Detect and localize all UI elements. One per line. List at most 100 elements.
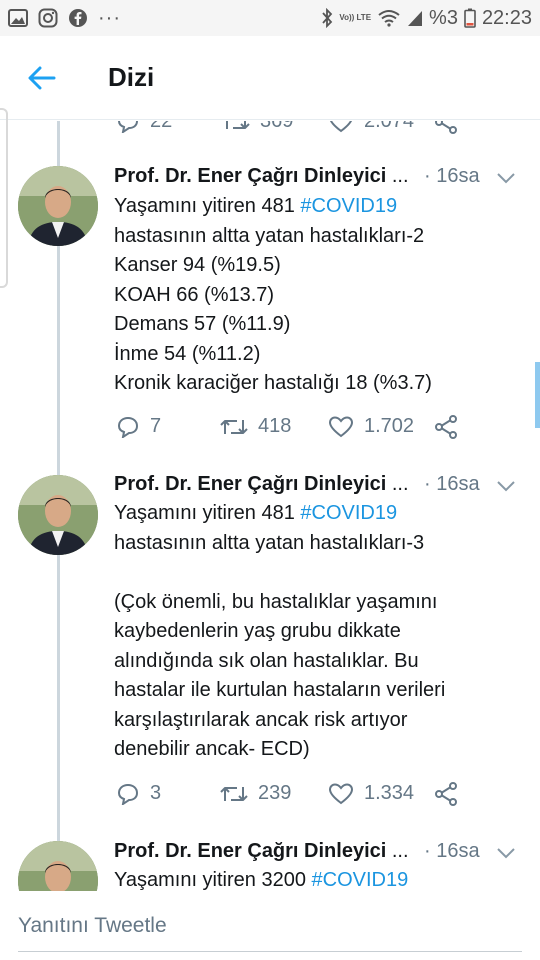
instagram-icon (38, 8, 58, 28)
retweet-icon (220, 419, 248, 434)
volte-icon: Vo)) LTE (339, 13, 372, 22)
tweet-line: denebilir ancak- ECD) (114, 738, 310, 760)
like-count: 1.702 (364, 415, 415, 437)
reply-action[interactable]: 3 (116, 782, 161, 805)
retweet-count: 369 (260, 121, 294, 132)
hashtag-link[interactable]: #COVID19 (300, 195, 397, 217)
share-action[interactable] (434, 121, 458, 134)
share-action[interactable] (434, 415, 458, 439)
share-action[interactable] (434, 782, 458, 806)
like-action[interactable]: 1.702 (328, 415, 414, 438)
heart-icon (328, 782, 354, 804)
tweet-header: Prof. Dr. Ener Çağrı Dinleyici ... · 16s… (114, 840, 524, 868)
reply-input-underline (18, 951, 522, 952)
page-title: Dizi (108, 62, 155, 92)
chevron-down-icon[interactable] (496, 168, 516, 191)
like-action[interactable]: 1.334 (328, 782, 414, 805)
facebook-icon (68, 8, 88, 28)
avatar[interactable] (18, 166, 98, 246)
reply-count: 3 (150, 782, 162, 804)
retweet-action[interactable]: 418 (220, 415, 291, 438)
author-name[interactable]: Prof. Dr. Ener Çağrı Dinleyici (114, 473, 386, 495)
name-ellipsis: ... (391, 840, 409, 862)
author-name[interactable]: Prof. Dr. Ener Çağrı Dinleyici (114, 165, 386, 187)
more-dots-icon: ··· (98, 7, 121, 29)
share-icon (435, 121, 457, 134)
reply-action[interactable]: 22 (116, 121, 172, 133)
reply-composer[interactable]: Yanıtını Tweetle (0, 891, 540, 960)
chevron-down-icon[interactable] (496, 476, 516, 499)
tweet-header: Prof. Dr. Ener Çağrı Dinleyici ... · 16s… (114, 473, 524, 501)
scrollbar-thumb[interactable] (535, 362, 540, 428)
name-ellipsis: ... (391, 473, 409, 495)
bluetooth-icon (321, 8, 333, 28)
clock: 22:23 (481, 6, 532, 29)
tweet-text: Yaşamını yitiren 481 #COVID19 hastasının… (114, 499, 526, 765)
battery-percent: %3 (429, 6, 458, 29)
tweet-line: Kronik karaciğer hastalığı 18 (%3.7) (114, 372, 432, 394)
thread-timeline[interactable]: 22 369 2.074 Prof. Dr. Ener Çağrı Dinley… (0, 121, 540, 891)
profile-photo (18, 475, 98, 555)
app-header: Dizi (0, 36, 540, 120)
tweet-line: hastalar ile kurtulan hastaların veriler… (114, 679, 446, 701)
reply-icon (118, 121, 138, 133)
tweet-line: Demans 57 (%11.9) (114, 313, 291, 335)
tweet-line: İnme 54 (%11.2) (114, 342, 261, 365)
gallery-icon (8, 9, 28, 27)
reply-input[interactable]: Yanıtını Tweetle (18, 914, 167, 938)
previous-tweet-actions: 22 369 2.074 (116, 121, 516, 134)
like-count: 1.334 (364, 782, 415, 804)
tweet-text: Yaşamını yitiren 481 #COVID19 hastasının… (114, 192, 526, 399)
tweet-time[interactable]: · 16sa (424, 473, 480, 496)
tweet-line: Kanser 94 (%19.5) (114, 254, 281, 276)
avatar[interactable] (18, 475, 98, 555)
tweet-line: alındığında sık olan hastalıklar. Bu (114, 649, 419, 672)
reply-action[interactable]: 7 (116, 415, 161, 438)
reply-icon (117, 416, 139, 438)
chevron-down-icon[interactable] (496, 843, 516, 866)
back-arrow-icon (28, 66, 56, 90)
tweet-line: (Çok önemli, bu hastalıklar yaşamını (114, 590, 438, 613)
hashtag-link[interactable]: #COVID19 (300, 502, 397, 524)
tweet-line: hastasının altta yatan hastalıkları-2 (114, 224, 425, 247)
like-action[interactable]: 2.074 (328, 121, 414, 133)
tweet-line: hastasının altta yatan hastalıkları-3 (114, 531, 425, 554)
signal-icon (407, 9, 423, 27)
reply-icon (117, 783, 139, 805)
like-count: 2.074 (364, 121, 415, 132)
retweet-action[interactable]: 239 (220, 782, 291, 805)
tweet-line: KOAH 66 (%13.7) (114, 283, 275, 306)
tweet-time[interactable]: · 16sa (424, 165, 480, 188)
profile-photo (18, 166, 98, 246)
tweet-line (114, 558, 526, 588)
tweet-time[interactable]: · 16sa (424, 840, 480, 863)
status-bar: ··· Vo)) LTE %3 22:23 (0, 0, 540, 36)
tweet-line: karşılaştırılarak ancak risk artıyor (114, 708, 408, 731)
battery-icon (464, 8, 476, 28)
heart-icon (330, 121, 352, 132)
avatar[interactable] (18, 841, 98, 891)
edge-panel-handle[interactable] (0, 108, 8, 288)
tweet-line: Yaşamını yitiren 481 #COVID19 (114, 195, 398, 217)
wifi-icon (377, 9, 401, 27)
reply-count: 7 (150, 415, 162, 437)
retweet-count: 418 (258, 415, 292, 437)
tweet-header: Prof. Dr. Ener Çağrı Dinleyici ... · 16s… (114, 165, 524, 193)
share-icon (435, 782, 457, 806)
tweet-line: Yaşamını yitiren 481 #COVID19 (114, 502, 398, 524)
status-bar-left: ··· (8, 7, 121, 29)
tweet-line: Yaşamını yitiren 3200 #COVID19 (114, 869, 409, 891)
name-ellipsis: ... (391, 165, 409, 187)
back-button[interactable] (22, 60, 62, 96)
heart-icon (328, 415, 354, 437)
author-name[interactable]: Prof. Dr. Ener Çağrı Dinleyici (114, 840, 386, 862)
retweet-icon (220, 786, 248, 801)
status-bar-right: Vo)) LTE %3 22:23 (321, 6, 532, 30)
profile-photo (18, 841, 98, 891)
retweet-count: 239 (258, 782, 292, 804)
hashtag-link[interactable]: #COVID19 (312, 869, 409, 891)
tweet-text: Yaşamını yitiren 3200 #COVID19 (114, 866, 526, 891)
retweet-action[interactable]: 369 (222, 121, 293, 133)
retweet-icon (226, 121, 250, 129)
tweet-line: kaybedenlerin yaş grubu dikkate (114, 620, 401, 642)
